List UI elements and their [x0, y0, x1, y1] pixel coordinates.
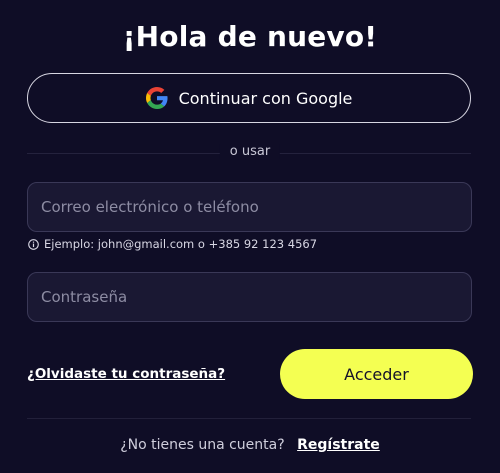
login-page: ¡Hola de nuevo! Continuar con Google o u…: [0, 0, 500, 473]
email-hint-text: Ejemplo: john@gmail.com o +385 92 123 45…: [44, 237, 318, 251]
submit-button[interactable]: Acceder: [280, 349, 473, 399]
info-icon: [28, 238, 39, 250]
signup-row: ¿No tienes una cuenta? Regístrate: [0, 437, 500, 453]
divider-text: o usar: [219, 144, 281, 159]
signup-link[interactable]: Regístrate: [297, 437, 380, 453]
bottom-divider: [27, 418, 471, 419]
google-signin-button[interactable]: Continuar con Google: [27, 73, 471, 123]
page-title: ¡Hola de nuevo!: [122, 20, 378, 53]
password-input[interactable]: [27, 272, 472, 322]
email-hint: Ejemplo: john@gmail.com o +385 92 123 45…: [28, 237, 317, 251]
google-icon: [145, 87, 168, 109]
google-button-label: Continuar con Google: [178, 88, 353, 108]
email-phone-input[interactable]: [27, 182, 472, 232]
forgot-password-link[interactable]: ¿Olvidaste tu contraseña?: [27, 366, 225, 382]
no-account-text: ¿No tienes una cuenta?: [120, 437, 285, 453]
